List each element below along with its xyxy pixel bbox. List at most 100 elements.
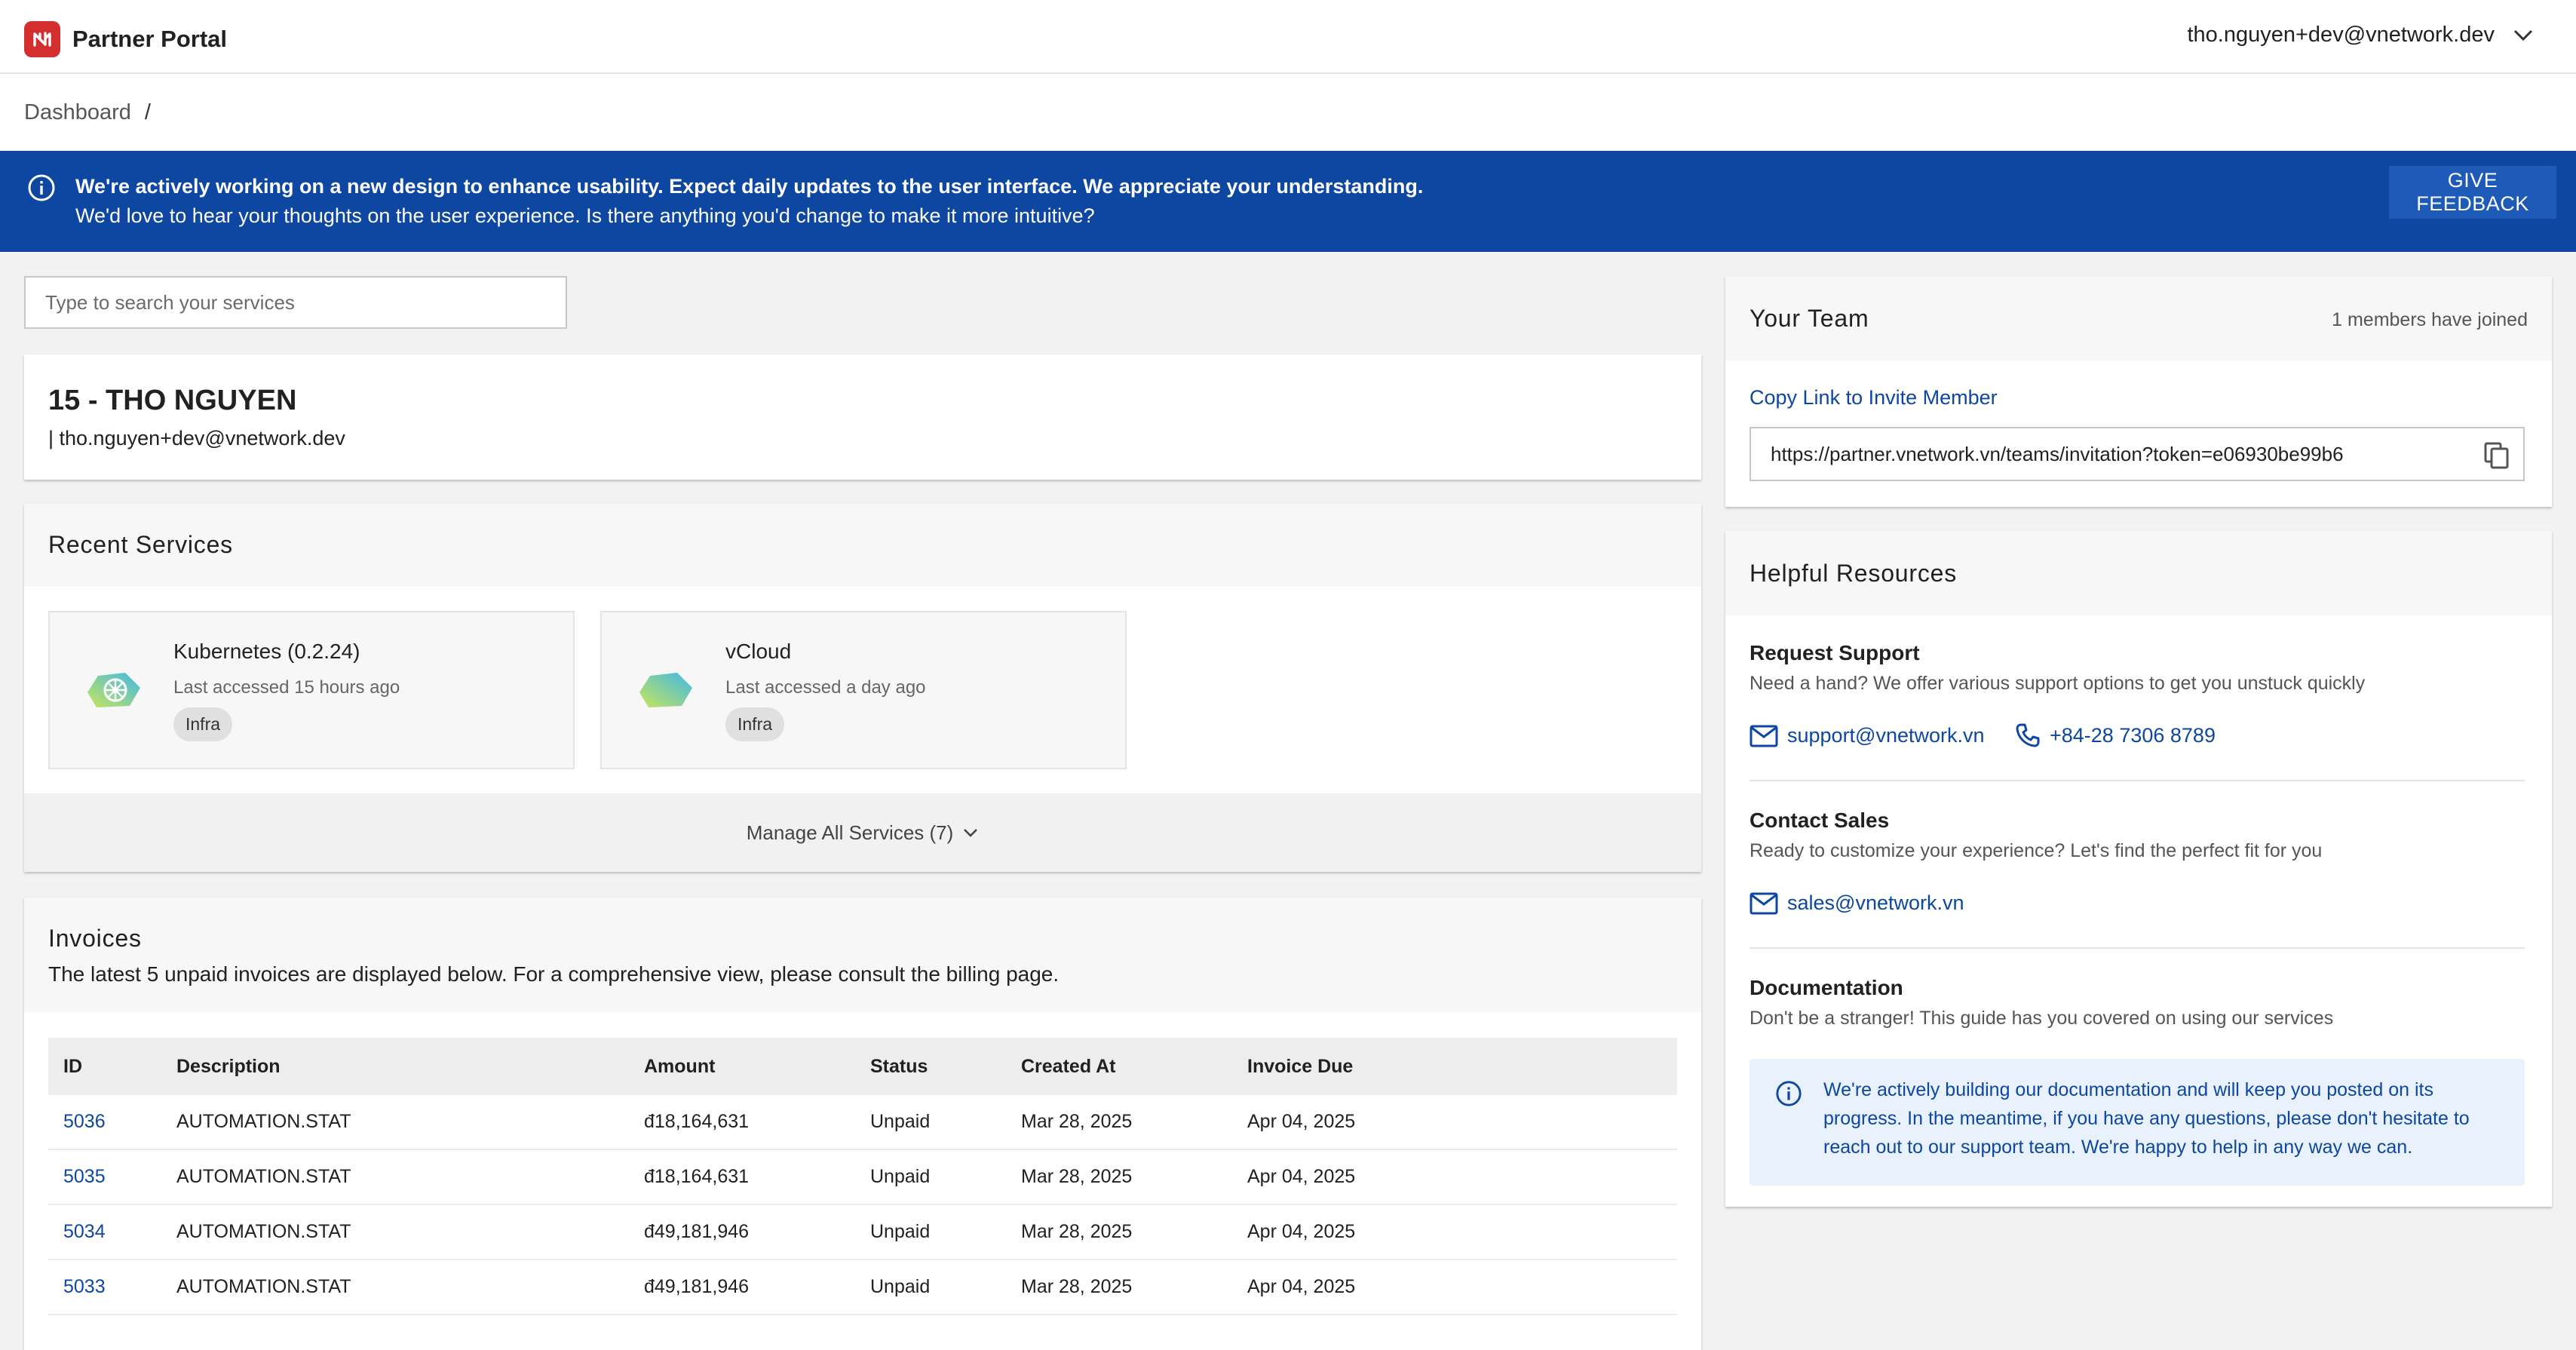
your-team-header: Your Team 1 members have joined bbox=[1725, 276, 2552, 361]
copy-invite-link[interactable]: Copy Link to Invite Member bbox=[1750, 386, 1998, 410]
breadcrumb-separator: / bbox=[144, 100, 151, 124]
invoice-description: AUTOMATION.STAT bbox=[161, 1095, 629, 1150]
contact-sales-title: Contact Sales bbox=[1750, 808, 1890, 832]
invoice-id-link[interactable]: 5035 bbox=[48, 1149, 161, 1205]
your-team-card: Your Team 1 members have joined Copy Lin… bbox=[1725, 276, 2552, 507]
section-divider bbox=[1750, 780, 2525, 781]
invoice-amount: đ18,164,631 bbox=[629, 1095, 855, 1150]
user-account-menu[interactable]: tho.nguyen+dev@vnetwork.dev bbox=[2187, 23, 2534, 48]
announcement-banner: We're actively working on a new design t… bbox=[0, 151, 2576, 252]
documentation-title: Documentation bbox=[1750, 976, 1903, 999]
invoices-title: Invoices bbox=[48, 925, 142, 952]
breadcrumb: Dashboard / bbox=[0, 74, 2576, 151]
service-name: vCloud bbox=[725, 640, 792, 663]
service-tag: Infra bbox=[725, 707, 785, 741]
invoice-due: Apr 04, 2025 bbox=[1232, 1095, 1677, 1150]
helpful-resources-title: Helpful Resources bbox=[1750, 560, 1958, 587]
invoice-description: AUTOMATION.STAT bbox=[161, 1149, 629, 1205]
info-icon bbox=[28, 174, 55, 201]
support-phone: +84-28 7306 8789 bbox=[2050, 723, 2216, 747]
invoice-due: Apr 04, 2025 bbox=[1232, 1259, 1677, 1315]
documentation-notice: We're actively building our documentatio… bbox=[1750, 1059, 2525, 1186]
invoice-status: Unpaid bbox=[855, 1204, 1006, 1260]
contact-sales-desc: Ready to customize your experience? Let'… bbox=[1750, 840, 2323, 861]
invoice-description: AUTOMATION.STAT bbox=[161, 1204, 629, 1260]
manage-all-services-label: Manage All Services (7) bbox=[746, 821, 954, 844]
logo-mark-icon bbox=[33, 32, 51, 47]
app-title[interactable]: Partner Portal bbox=[72, 26, 227, 53]
mail-icon bbox=[1750, 725, 1778, 747]
sales-email-link[interactable]: sales@vnetwork.vn bbox=[1750, 891, 1964, 915]
partner-portal-logo[interactable] bbox=[24, 21, 60, 57]
recent-services-card: Recent Services Kubernetes (0.2.24) Last… bbox=[24, 504, 1701, 872]
banner-headline: We're actively working on a new design t… bbox=[75, 175, 1424, 198]
sales-email: sales@vnetwork.vn bbox=[1787, 891, 1964, 914]
recent-services-title: Recent Services bbox=[48, 531, 233, 558]
invite-url-field[interactable]: https://partner.vnetwork.vn/teams/invita… bbox=[1750, 427, 2525, 481]
service-last-accessed: Last accessed a day ago bbox=[725, 677, 926, 698]
invoice-id-link[interactable]: 5036 bbox=[48, 1095, 161, 1150]
banner-message: We'd love to hear your thoughts on the u… bbox=[75, 204, 1095, 227]
cloud-icon bbox=[639, 673, 692, 707]
chevron-down-icon bbox=[964, 829, 978, 837]
invoice-id-link[interactable]: 5033 bbox=[48, 1259, 161, 1315]
column-header: Amount bbox=[629, 1038, 855, 1095]
recent-services-header: Recent Services bbox=[24, 504, 1701, 587]
top-app-bar: Partner Portal tho.nguyen+dev@vnetwork.d… bbox=[0, 0, 2576, 74]
your-team-title: Your Team bbox=[1750, 305, 1869, 332]
invoice-amount: đ49,181,946 bbox=[629, 1204, 855, 1260]
service-card-vcloud[interactable]: vCloud Last accessed a day ago Infra bbox=[600, 611, 1127, 769]
documentation-notice-text: We're actively building our documentatio… bbox=[1823, 1079, 2470, 1158]
invoices-header: Invoices The latest 5 unpaid invoices ar… bbox=[24, 897, 1701, 1012]
invoice-created-at: Mar 28, 2025 bbox=[1006, 1095, 1232, 1150]
search-services-input[interactable] bbox=[24, 276, 567, 329]
kubernetes-icon bbox=[87, 673, 140, 707]
table-row[interactable]: 5034 AUTOMATION.STAT đ49,181,946 Unpaid … bbox=[48, 1204, 1677, 1260]
service-card-kubernetes[interactable]: Kubernetes (0.2.24) Last accessed 15 hou… bbox=[48, 611, 575, 769]
invoice-amount: đ18,164,631 bbox=[629, 1149, 855, 1205]
invoice-status: Unpaid bbox=[855, 1149, 1006, 1205]
breadcrumb-dashboard[interactable]: Dashboard bbox=[24, 100, 131, 125]
request-support-title: Request Support bbox=[1750, 641, 1920, 664]
mail-icon bbox=[1750, 892, 1778, 914]
support-email: support@vnetwork.vn bbox=[1787, 724, 1985, 747]
copy-icon[interactable] bbox=[2482, 440, 2511, 471]
user-email: tho.nguyen+dev@vnetwork.dev bbox=[2187, 23, 2495, 47]
table-row[interactable]: 5033 AUTOMATION.STAT đ49,181,946 Unpaid … bbox=[48, 1259, 1677, 1315]
invoice-description: AUTOMATION.STAT bbox=[161, 1259, 629, 1315]
section-divider bbox=[1750, 947, 2525, 949]
column-header: Created At bbox=[1006, 1038, 1232, 1095]
invoices-subtitle: The latest 5 unpaid invoices are display… bbox=[48, 962, 1060, 986]
give-feedback-button[interactable]: GIVE FEEDBACK bbox=[2389, 166, 2556, 219]
phone-icon bbox=[2016, 723, 2040, 747]
profile-card: 15 - THO NGUYEN | tho.nguyen+dev@vnetwor… bbox=[24, 354, 1701, 480]
members-joined-count: 1 members have joined bbox=[2332, 309, 2528, 330]
table-row[interactable]: 5035 AUTOMATION.STAT đ18,164,631 Unpaid … bbox=[48, 1149, 1677, 1205]
documentation-desc: Don't be a stranger! This guide has you … bbox=[1750, 1008, 2334, 1029]
invoice-due: Apr 04, 2025 bbox=[1232, 1149, 1677, 1205]
column-header: ID bbox=[48, 1038, 161, 1095]
manage-all-services-button[interactable]: Manage All Services (7) bbox=[24, 793, 1701, 872]
invoices-table: ID Description Amount Status Created At … bbox=[48, 1038, 1677, 1315]
invoice-status: Unpaid bbox=[855, 1259, 1006, 1315]
invoices-card: Invoices The latest 5 unpaid invoices ar… bbox=[24, 897, 1701, 1350]
service-last-accessed: Last accessed 15 hours ago bbox=[173, 677, 400, 698]
table-header-row: ID Description Amount Status Created At … bbox=[48, 1038, 1677, 1095]
invoice-created-at: Mar 28, 2025 bbox=[1006, 1149, 1232, 1205]
support-email-link[interactable]: support@vnetwork.vn bbox=[1750, 724, 1985, 747]
info-icon bbox=[1776, 1081, 1802, 1106]
invoice-created-at: Mar 28, 2025 bbox=[1006, 1204, 1232, 1260]
service-tag: Infra bbox=[173, 707, 233, 741]
invoice-due: Apr 04, 2025 bbox=[1232, 1204, 1677, 1260]
column-header: Description bbox=[161, 1038, 629, 1095]
table-row[interactable]: 5036 AUTOMATION.STAT đ18,164,631 Unpaid … bbox=[48, 1095, 1677, 1150]
request-support-desc: Need a hand? We offer various support op… bbox=[1750, 673, 2366, 694]
support-phone-link[interactable]: +84-28 7306 8789 bbox=[2015, 723, 2216, 748]
invoice-status: Unpaid bbox=[855, 1095, 1006, 1150]
profile-email: | tho.nguyen+dev@vnetwork.dev bbox=[48, 427, 345, 449]
chevron-down-icon bbox=[2513, 29, 2533, 41]
profile-name: 15 - THO NGUYEN bbox=[48, 385, 297, 416]
column-header: Status bbox=[855, 1038, 1006, 1095]
invoice-id-link[interactable]: 5034 bbox=[48, 1204, 161, 1260]
invoice-created-at: Mar 28, 2025 bbox=[1006, 1259, 1232, 1315]
